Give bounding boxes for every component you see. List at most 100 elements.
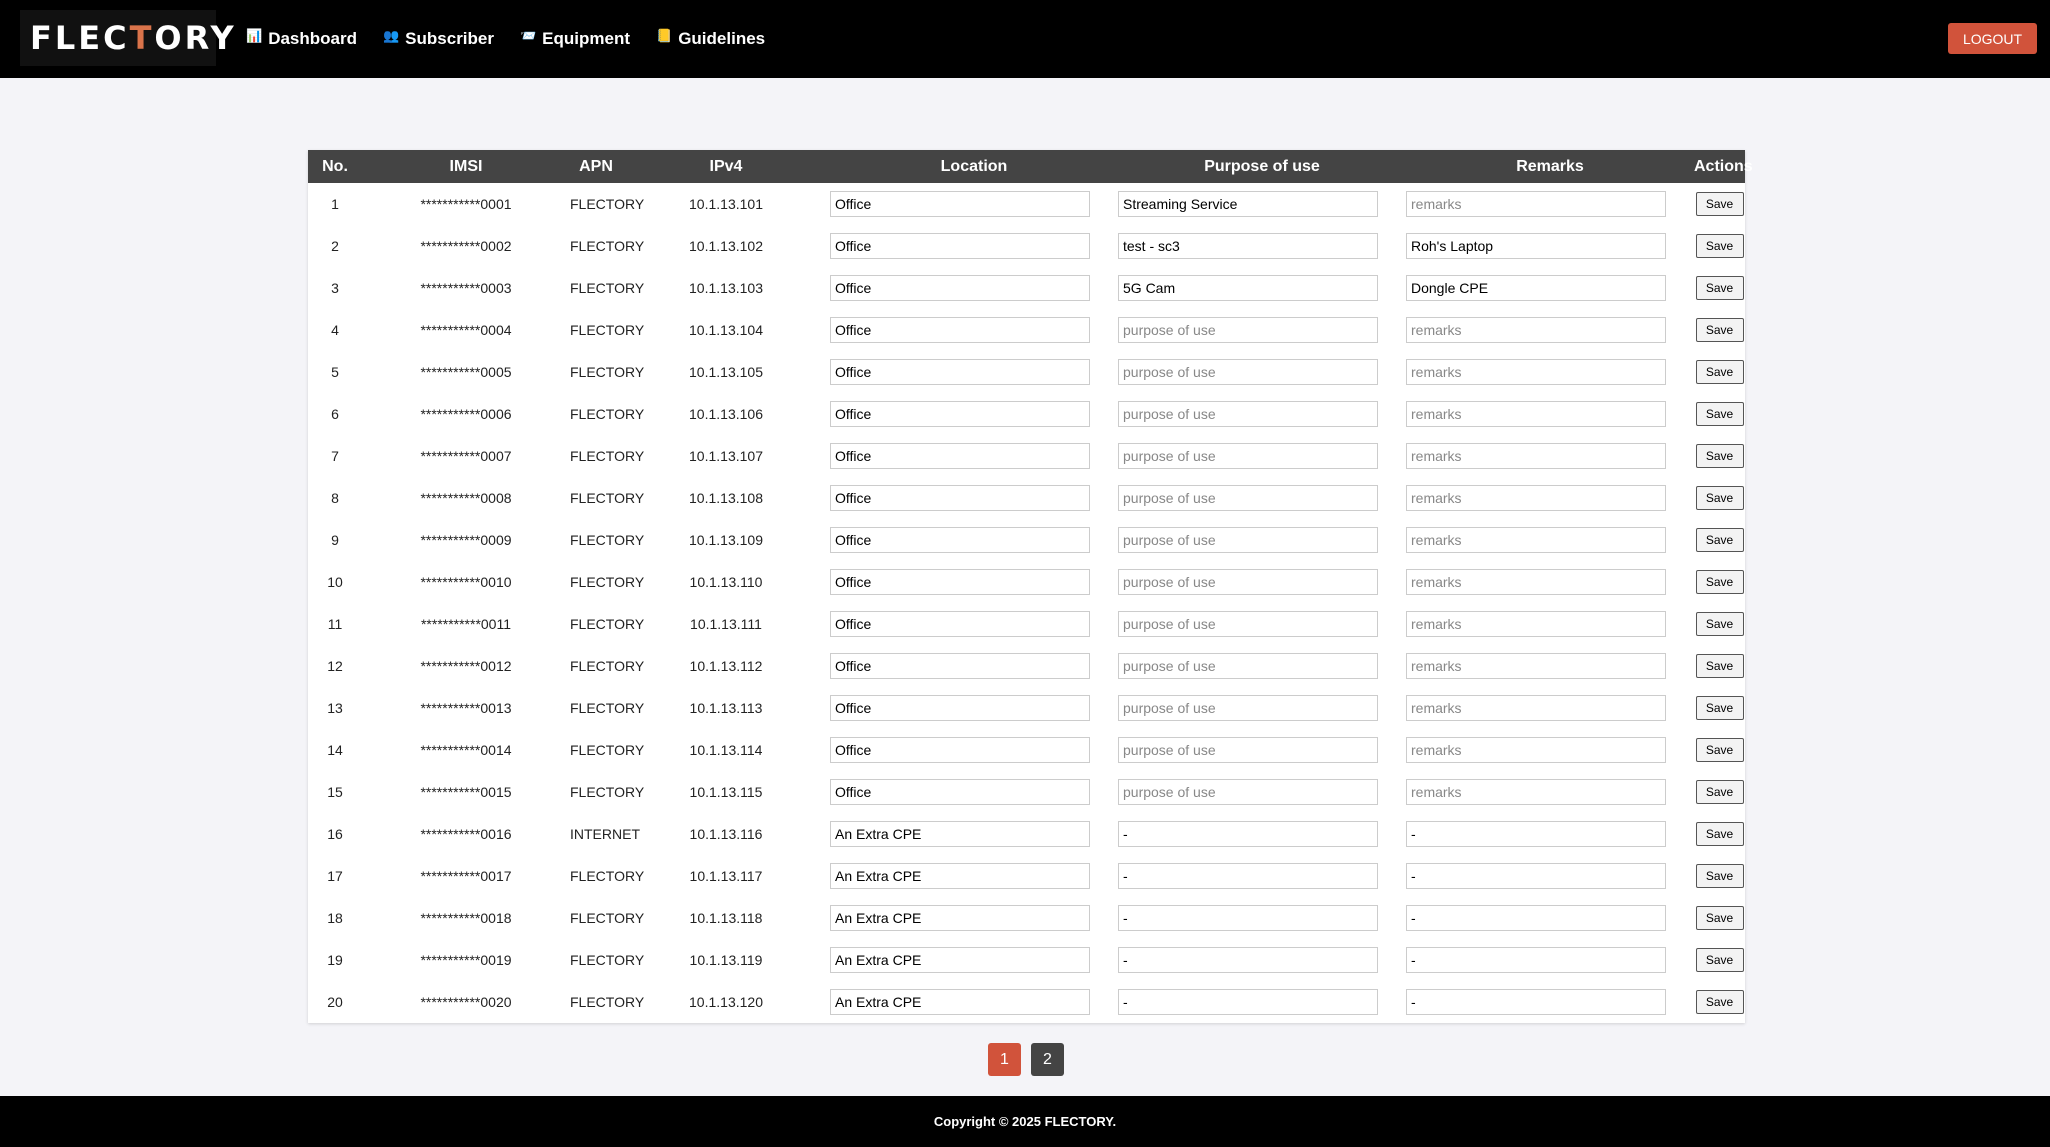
location-input[interactable]: [830, 821, 1090, 847]
save-button[interactable]: Save: [1695, 990, 1744, 1014]
purpose-input[interactable]: [1118, 401, 1378, 427]
location-input[interactable]: [830, 317, 1090, 343]
remarks-input[interactable]: [1406, 317, 1666, 343]
purpose-input[interactable]: [1118, 485, 1378, 511]
location-input[interactable]: [830, 191, 1090, 217]
nav-dashboard[interactable]: 📊 Dashboard: [246, 29, 357, 49]
purpose-input[interactable]: [1118, 821, 1378, 847]
save-button[interactable]: Save: [1695, 654, 1744, 678]
save-button[interactable]: Save: [1695, 780, 1744, 804]
save-button[interactable]: Save: [1695, 822, 1744, 846]
save-button[interactable]: Save: [1695, 402, 1744, 426]
location-input[interactable]: [830, 443, 1090, 469]
save-button[interactable]: Save: [1695, 192, 1744, 216]
location-input[interactable]: [830, 653, 1090, 679]
page-button-2[interactable]: 2: [1031, 1043, 1064, 1076]
actions-cell: Save: [1694, 813, 1745, 855]
remarks-input[interactable]: [1406, 905, 1666, 931]
save-button[interactable]: Save: [1695, 276, 1744, 300]
purpose-input[interactable]: [1118, 905, 1378, 931]
purpose-input[interactable]: [1118, 359, 1378, 385]
purpose-input[interactable]: [1118, 989, 1378, 1015]
save-button[interactable]: Save: [1695, 612, 1744, 636]
remarks-input[interactable]: [1406, 611, 1666, 637]
remarks-input[interactable]: [1406, 653, 1666, 679]
save-button[interactable]: Save: [1695, 864, 1744, 888]
footer: Copyright © 2025 FLECTORY.: [0, 1096, 2050, 1147]
location-input[interactable]: [830, 863, 1090, 889]
location-input[interactable]: [830, 359, 1090, 385]
remarks-input[interactable]: [1406, 233, 1666, 259]
remarks-input[interactable]: [1406, 779, 1666, 805]
save-button[interactable]: Save: [1695, 234, 1744, 258]
purpose-input[interactable]: [1118, 611, 1378, 637]
remarks-cell: [1406, 981, 1694, 1023]
purpose-input[interactable]: [1118, 527, 1378, 553]
location-input[interactable]: [830, 695, 1090, 721]
logout-button[interactable]: LOGOUT: [1948, 23, 2037, 54]
purpose-input[interactable]: [1118, 443, 1378, 469]
nav-guidelines[interactable]: 📒 Guidelines: [656, 29, 765, 49]
remarks-input[interactable]: [1406, 401, 1666, 427]
actions-cell: Save: [1694, 225, 1745, 267]
logo[interactable]: FLECTORY: [20, 10, 234, 66]
page-button-1[interactable]: 1: [988, 1043, 1021, 1076]
purpose-input[interactable]: [1118, 317, 1378, 343]
save-button[interactable]: Save: [1695, 738, 1744, 762]
purpose-input[interactable]: [1118, 695, 1378, 721]
remarks-input[interactable]: [1406, 359, 1666, 385]
remarks-input[interactable]: [1406, 821, 1666, 847]
remarks-input[interactable]: [1406, 695, 1666, 721]
location-input[interactable]: [830, 737, 1090, 763]
purpose-input[interactable]: [1118, 779, 1378, 805]
remarks-input[interactable]: [1406, 191, 1666, 217]
save-button[interactable]: Save: [1695, 486, 1744, 510]
purpose-input[interactable]: [1118, 653, 1378, 679]
location-input[interactable]: [830, 779, 1090, 805]
remarks-input[interactable]: [1406, 485, 1666, 511]
location-input[interactable]: [830, 947, 1090, 973]
purpose-input[interactable]: [1118, 569, 1378, 595]
remarks-input[interactable]: [1406, 275, 1666, 301]
purpose-input[interactable]: [1118, 737, 1378, 763]
save-button[interactable]: Save: [1695, 696, 1744, 720]
remarks-input[interactable]: [1406, 443, 1666, 469]
location-input[interactable]: [830, 485, 1090, 511]
save-button[interactable]: Save: [1695, 360, 1744, 384]
save-button[interactable]: Save: [1695, 906, 1744, 930]
location-cell: [830, 183, 1118, 225]
nav-equipment[interactable]: 📨 Equipment: [520, 29, 630, 49]
remarks-input[interactable]: [1406, 527, 1666, 553]
purpose-input[interactable]: [1118, 191, 1378, 217]
purpose-input[interactable]: [1118, 863, 1378, 889]
purpose-input[interactable]: [1118, 275, 1378, 301]
remarks-input[interactable]: [1406, 989, 1666, 1015]
ipv4-cell: 10.1.13.113: [689, 700, 763, 716]
save-button[interactable]: Save: [1695, 318, 1744, 342]
location-input[interactable]: [830, 989, 1090, 1015]
remarks-cell: [1406, 687, 1694, 729]
purpose-input[interactable]: [1118, 233, 1378, 259]
location-input[interactable]: [830, 611, 1090, 637]
remarks-input[interactable]: [1406, 737, 1666, 763]
location-input[interactable]: [830, 275, 1090, 301]
location-input[interactable]: [830, 569, 1090, 595]
save-button[interactable]: Save: [1695, 570, 1744, 594]
location-input[interactable]: [830, 527, 1090, 553]
remarks-input[interactable]: [1406, 947, 1666, 973]
purpose-input[interactable]: [1118, 947, 1378, 973]
ipv4-cell: 10.1.13.118: [689, 910, 763, 926]
location-input[interactable]: [830, 233, 1090, 259]
save-button[interactable]: Save: [1695, 444, 1744, 468]
imsi-cell: ***********0017: [420, 868, 512, 884]
purpose-cell: [1118, 687, 1406, 729]
save-button[interactable]: Save: [1695, 948, 1744, 972]
nav-subscriber[interactable]: 👥 Subscriber: [383, 29, 494, 49]
remarks-input[interactable]: [1406, 863, 1666, 889]
location-input[interactable]: [830, 905, 1090, 931]
remarks-input[interactable]: [1406, 569, 1666, 595]
imsi-cell: ***********0002: [420, 238, 512, 254]
pagination: 12: [988, 1043, 1064, 1076]
location-input[interactable]: [830, 401, 1090, 427]
save-button[interactable]: Save: [1695, 528, 1744, 552]
